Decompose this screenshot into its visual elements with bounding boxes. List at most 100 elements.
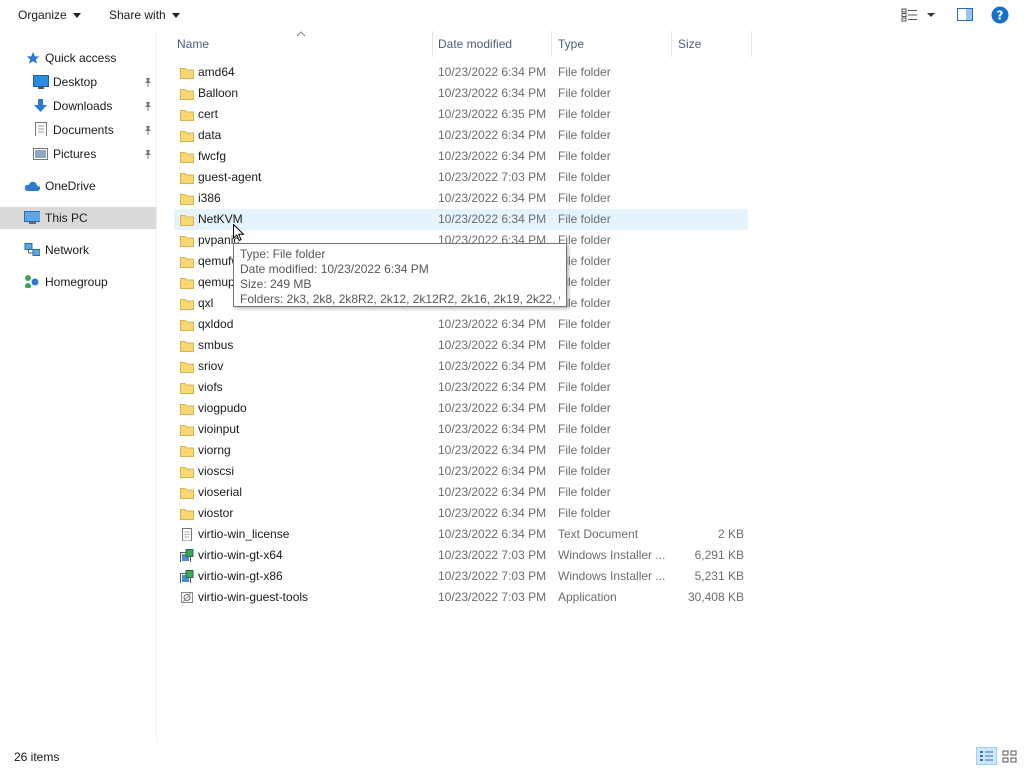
column-header-size[interactable]: Size [678,31,748,57]
preview-pane-icon [957,8,973,21]
file-row[interactable]: virtio-win-guest-tools 10/23/2022 7:03 PM… [174,587,748,608]
pictures-icon [33,148,48,160]
file-row[interactable]: virtio-win-gt-x64 10/23/2022 7:03 PM Windo… [174,545,748,566]
file-row[interactable]: viogpudo 10/23/2022 6:34 PM File folder [174,398,748,419]
share-with-button[interactable]: Share with [109,7,180,23]
file-row[interactable]: Balloon 10/23/2022 6:34 PM File folder [174,83,748,104]
file-row[interactable]: viorng 10/23/2022 6:34 PM File folder [174,440,748,461]
file-size [678,272,744,293]
file-size [678,62,744,83]
file-row[interactable]: cert 10/23/2022 6:35 PM File folder [174,104,748,125]
preview-pane-button[interactable] [957,8,973,22]
nav-documents-label: Documents [53,123,114,137]
documents-icon [35,122,47,136]
file-type: File folder [558,338,611,352]
folder-icon [180,362,194,373]
file-name: smbus [198,338,234,352]
file-type: File folder [558,401,611,415]
file-type: File folder [558,170,611,184]
nav-downloads[interactable]: Downloads [0,95,156,117]
file-row[interactable]: data 10/23/2022 6:34 PM File folder [174,125,748,146]
file-row[interactable]: fwcfg 10/23/2022 6:34 PM File folder [174,146,748,167]
column-header-date[interactable]: Date modified [438,31,548,57]
file-name: amd64 [198,65,235,79]
nav-this-pc-label: This PC [45,211,88,225]
help-button[interactable]: ? [991,6,1009,24]
file-row[interactable]: viostor 10/23/2022 6:34 PM File folder [174,503,748,524]
nav-network[interactable]: Network [0,239,156,261]
tooltip-folders: Folders: 2k3, 2k8, 2k8R2, 2k12, 2k12R2, … [240,292,560,306]
nav-pictures[interactable]: Pictures [0,143,156,165]
file-size [678,209,744,230]
file-row[interactable]: amd64 10/23/2022 6:34 PM File folder [174,62,748,83]
column-divider[interactable] [551,31,552,57]
file-row[interactable]: i386 10/23/2022 6:34 PM File folder [174,188,748,209]
file-type: Windows Installer ... [558,548,666,562]
nav-network-label: Network [45,243,90,257]
nav-desktop[interactable]: Desktop [0,71,156,93]
column-header-type[interactable]: Type [558,31,668,57]
file-name: virtio-win-guest-tools [198,590,309,604]
file-row[interactable]: guest-agent 10/23/2022 7:03 PM File folder [174,167,748,188]
file-name: vioinput [198,422,240,436]
large-icons-view-toggle[interactable] [1000,747,1020,765]
folder-icon [180,236,194,247]
file-name: fwcfg [198,149,227,163]
file-name: Balloon [198,86,239,100]
file-row[interactable]: vioinput 10/23/2022 6:34 PM File folder [174,419,748,440]
file-size [678,398,744,419]
file-name: qxl [198,296,214,310]
file-size [678,167,744,188]
file-row[interactable]: viofs 10/23/2022 6:34 PM File folder [174,377,748,398]
column-divider[interactable] [671,31,672,57]
nav-quick-access[interactable]: Quick access [0,47,156,69]
file-size [678,125,744,146]
details-view-toggle[interactable] [976,747,997,765]
file-size [678,356,744,377]
folder-icon [180,404,194,415]
file-row[interactable]: virtio-win-gt-x86 10/23/2022 7:03 PM Windo… [174,566,748,587]
file-row[interactable]: virtio-win_license 10/23/2022 6:34 PM Text… [174,524,748,545]
file-type: File folder [558,212,611,226]
nav-homegroup-label: Homegroup [45,275,108,289]
installer-icon [180,570,194,583]
text-document-icon [182,528,192,541]
file-date-modified: 10/23/2022 7:03 PM [438,170,547,184]
mouse-cursor-icon [233,224,245,242]
file-date-modified: 10/23/2022 6:35 PM [438,107,547,121]
nav-downloads-label: Downloads [53,99,113,113]
change-view-button[interactable] [901,8,941,22]
organize-button[interactable]: Organize [18,7,81,23]
file-row[interactable]: NetKVM 10/23/2022 6:34 PM File folder [174,209,748,230]
folder-icon [180,152,194,163]
file-name: viogpudo [198,401,247,415]
file-row[interactable]: vioserial 10/23/2022 6:34 PM File folder [174,482,748,503]
column-header-name-label: Name [177,37,210,51]
column-divider[interactable] [751,31,752,57]
nav-homegroup[interactable]: Homegroup [0,271,156,293]
file-name: cert [198,107,219,121]
item-count: 26 items [14,750,60,764]
file-type: File folder [558,485,611,499]
file-name: viostor [198,506,234,520]
nav-onedrive[interactable]: OneDrive [0,175,156,197]
network-icon [24,243,40,256]
folder-icon [180,68,194,79]
large-icons-view-icon [1002,750,1017,763]
installer-icon [180,549,194,562]
file-date-modified: 10/23/2022 6:34 PM [438,149,547,163]
file-row[interactable]: vioscsi 10/23/2022 6:34 PM File folder [174,461,748,482]
file-date-modified: 10/23/2022 6:34 PM [438,401,547,415]
folder-icon [180,299,194,310]
details-view-icon [980,751,993,761]
folder-icon [180,278,194,289]
file-size [678,251,744,272]
nav-this-pc[interactable]: This PC [0,207,156,229]
file-row[interactable]: sriov 10/23/2022 6:34 PM File folder [174,356,748,377]
file-row[interactable]: qxldod 10/23/2022 6:34 PM File folder [174,314,748,335]
file-row[interactable]: smbus 10/23/2022 6:34 PM File folder [174,335,748,356]
file-name: data [198,128,222,142]
column-divider[interactable] [432,31,433,57]
nav-documents[interactable]: Documents [0,119,156,141]
folder-icon [180,89,194,100]
